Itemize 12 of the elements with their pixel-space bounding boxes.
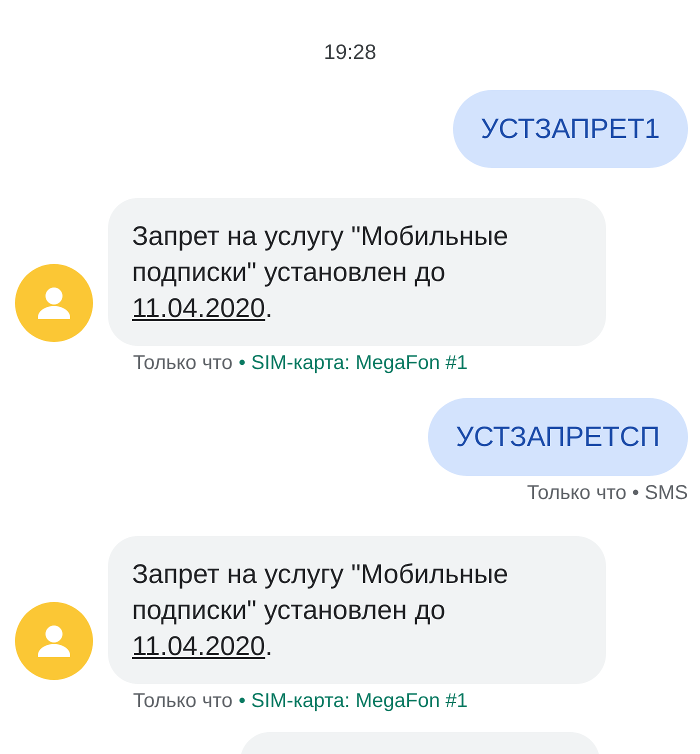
sim-label: • SIM-карта: MegaFon #1 [238, 351, 468, 376]
received-message: Запрет на услугу "Мобильные подписки" установлен до 11.04.2020. [108, 198, 606, 346]
message-time: Только что [133, 689, 233, 714]
timestamp: 19:28 [322, 40, 378, 66]
received-message: Запрет на услугу "Мобильные подписки" установлен до 11.04.2020. [108, 536, 606, 684]
sent-message: УСТЗАПРЕТ1 [452, 90, 688, 168]
sim-label: • SIM-карта: MegaFon #1 [238, 689, 468, 714]
sent-message: УСТЗАПРЕТСП [428, 398, 688, 476]
date-link[interactable]: 11.04.2020 [132, 293, 266, 323]
date-link[interactable]: 11.04.2020 [132, 631, 266, 661]
message-time: Только что [133, 351, 233, 376]
message-status: Только что • SMS [526, 481, 688, 506]
